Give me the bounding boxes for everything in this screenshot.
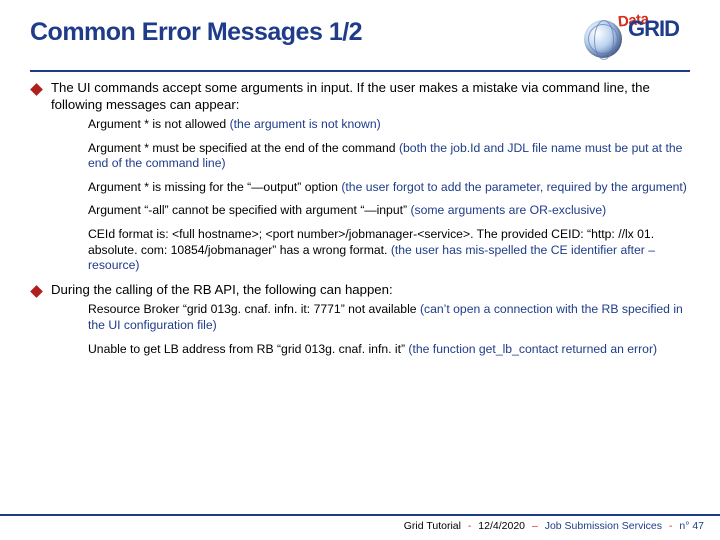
slide: Common Error Messages 1/2 Data GRID The …	[0, 0, 720, 540]
error-msg: Argument “-all” cannot be specified with…	[88, 203, 410, 217]
page-title: Common Error Messages 1/2	[30, 18, 362, 47]
error-item: Argument * is not allowed (the argument …	[88, 117, 690, 133]
footer-sep: -	[468, 520, 472, 532]
footer-divider	[0, 514, 720, 516]
body: The UI commands accept some arguments in…	[30, 80, 690, 357]
error-explain: (the function get_lb_contact returned an…	[408, 342, 657, 356]
bullet-1-text: The UI commands accept some arguments in…	[51, 80, 690, 113]
bullet-2: During the calling of the RB API, the fo…	[30, 282, 690, 299]
error-msg: Resource Broker “grid 013g. cnaf. infn. …	[88, 302, 420, 316]
error-msg: Unable to get LB address from RB “grid 0…	[88, 342, 408, 356]
error-explain: (the user forgot to add the parameter, r…	[341, 180, 687, 194]
footer-page: n° 47	[679, 520, 704, 532]
title-divider	[30, 70, 690, 72]
footer-date: 12/4/2020	[478, 520, 525, 532]
footer-mid: Job Submission Services	[545, 520, 662, 532]
logo: Data GRID	[580, 14, 690, 64]
error-msg: Argument * is not allowed	[88, 117, 230, 131]
error-item: Resource Broker “grid 013g. cnaf. infn. …	[88, 302, 690, 333]
diamond-icon	[30, 285, 43, 298]
sublist-1: Argument * is not allowed (the argument …	[88, 117, 690, 274]
logo-grid-text: GRID	[628, 18, 679, 40]
globe-icon	[584, 20, 622, 58]
footer-left: Grid Tutorial	[404, 520, 461, 532]
footer: Grid Tutorial - 12/4/2020 – Job Submissi…	[0, 514, 720, 532]
error-item: Argument “-all” cannot be specified with…	[88, 203, 690, 219]
error-item: Unable to get LB address from RB “grid 0…	[88, 342, 690, 358]
footer-sep: –	[532, 520, 538, 532]
error-item: Argument * is missing for the “—output” …	[88, 180, 690, 196]
error-item: CEId format is: <full hostname>; <port n…	[88, 227, 690, 274]
error-msg: Argument * must be specified at the end …	[88, 141, 399, 155]
error-explain: (some arguments are OR-exclusive)	[410, 203, 606, 217]
footer-sep: -	[669, 520, 673, 532]
bullet-2-text: During the calling of the RB API, the fo…	[51, 282, 690, 299]
bullet-1: The UI commands accept some arguments in…	[30, 80, 690, 113]
sublist-2: Resource Broker “grid 013g. cnaf. infn. …	[88, 302, 690, 357]
error-item: Argument * must be specified at the end …	[88, 141, 690, 172]
diamond-icon	[30, 83, 43, 96]
footer-text: Grid Tutorial - 12/4/2020 – Job Submissi…	[0, 520, 720, 532]
title-row: Common Error Messages 1/2 Data GRID	[30, 14, 690, 64]
error-msg: Argument * is missing for the “—output” …	[88, 180, 341, 194]
error-explain: (the argument is not known)	[230, 117, 381, 131]
